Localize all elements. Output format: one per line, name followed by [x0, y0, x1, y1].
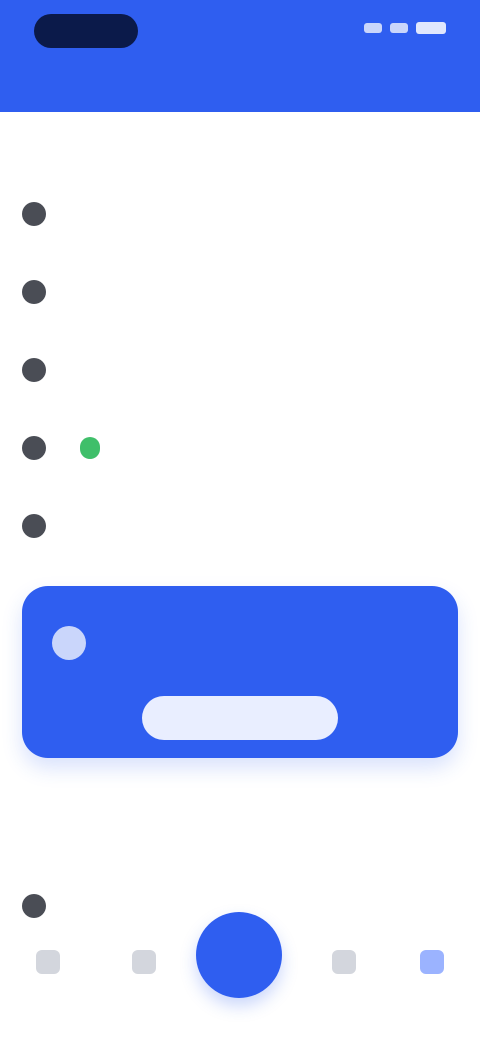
- menu-icon: [22, 894, 46, 918]
- status-icons: [364, 22, 446, 34]
- home-icon[interactable]: [36, 950, 60, 974]
- menu-item-4[interactable]: [0, 416, 480, 480]
- promo-card: [22, 586, 458, 758]
- menu-item-5[interactable]: [0, 494, 480, 558]
- status-badge: [80, 437, 100, 459]
- menu-icon: [22, 202, 46, 226]
- bottom-nav: [0, 912, 480, 1040]
- menu-icon: [22, 358, 46, 382]
- promo-button[interactable]: [142, 696, 338, 740]
- add-button[interactable]: [196, 912, 282, 998]
- promo-icon: [52, 626, 86, 660]
- menu-item-2[interactable]: [0, 260, 480, 324]
- header-badge: [34, 14, 138, 48]
- menu-item-3[interactable]: [0, 338, 480, 402]
- menu-icon: [22, 436, 46, 460]
- profile-icon[interactable]: [420, 950, 444, 974]
- stats-icon[interactable]: [332, 950, 356, 974]
- header: [0, 0, 480, 112]
- wifi-icon: [390, 23, 408, 33]
- battery-icon: [416, 22, 446, 34]
- app-screen: [0, 0, 480, 1040]
- menu-icon: [22, 514, 46, 538]
- signal-icon: [364, 23, 382, 33]
- menu-item-1[interactable]: [0, 182, 480, 246]
- menu-icon: [22, 280, 46, 304]
- list-icon[interactable]: [132, 950, 156, 974]
